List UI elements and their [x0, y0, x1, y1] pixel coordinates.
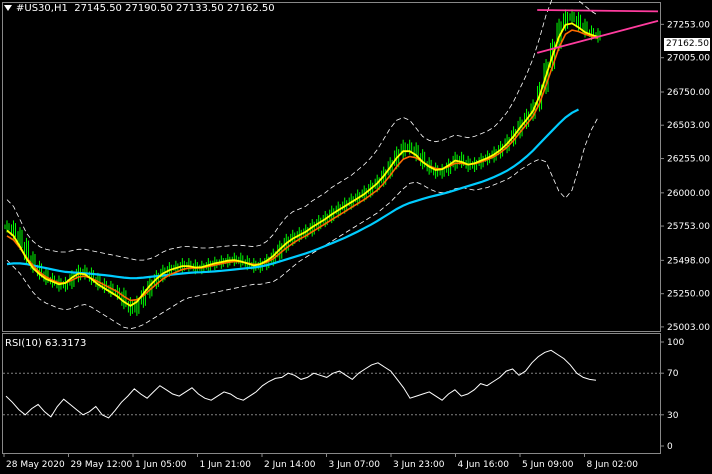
- price-tick-label: 25003.00: [667, 323, 710, 333]
- time-tick-label: 1 Jun 21:00: [200, 460, 252, 470]
- price-tick-label: 26000.00: [667, 189, 710, 199]
- time-tick-label: 1 Jun 05:00: [135, 460, 187, 470]
- price-tick-label: 27005.00: [667, 54, 710, 64]
- time-tick-label: 28 May 2020: [6, 460, 65, 470]
- rsi-line: [5, 349, 597, 419]
- trendline: [537, 9, 659, 13]
- price-tick-label: 26255.00: [667, 155, 710, 165]
- price-tick-label: 26503.00: [667, 121, 710, 131]
- rsi-tick-label: 0: [667, 442, 673, 452]
- price-tick-label: 25250.00: [667, 290, 710, 300]
- rsi-tick-label: 100: [667, 338, 684, 348]
- price-chart[interactable]: 27253.00 27005.00 26750.00 26503.00 26255.00…: [0, 0, 712, 474]
- price-tick-label: 25753.00: [667, 222, 710, 232]
- rsi-tick-label: 30: [667, 411, 679, 421]
- fast-ma-line: [6, 22, 599, 307]
- current-price-tag: 27162.50: [664, 38, 710, 51]
- time-tick-label: 3 Jun 23:00: [393, 460, 445, 470]
- time-tick-label: 5 Jun 09:00: [522, 460, 574, 470]
- price-tick-label: 27253.00: [667, 20, 710, 30]
- price-tick-label: 26750.00: [667, 88, 710, 98]
- rsi-pane-border: [2, 333, 661, 454]
- time-tick-label: 8 Jun 02:00: [587, 460, 639, 470]
- rsi-tick-label: 70: [667, 369, 679, 379]
- time-tick-label: 2 Jun 14:00: [264, 460, 316, 470]
- trendline: [536, 19, 659, 54]
- price-tick-label: 25498.00: [667, 256, 710, 266]
- rsi-label: RSI(10) 63.3173: [5, 338, 87, 349]
- upper-band-line: [6, 0, 599, 261]
- price-pane-border: [2, 2, 661, 332]
- time-tick-label: 3 Jun 07:00: [329, 460, 381, 470]
- time-tick-label: 4 Jun 16:00: [458, 460, 510, 470]
- long-ma-line: [6, 108, 579, 280]
- time-tick-label: 29 May 12:00: [71, 460, 133, 470]
